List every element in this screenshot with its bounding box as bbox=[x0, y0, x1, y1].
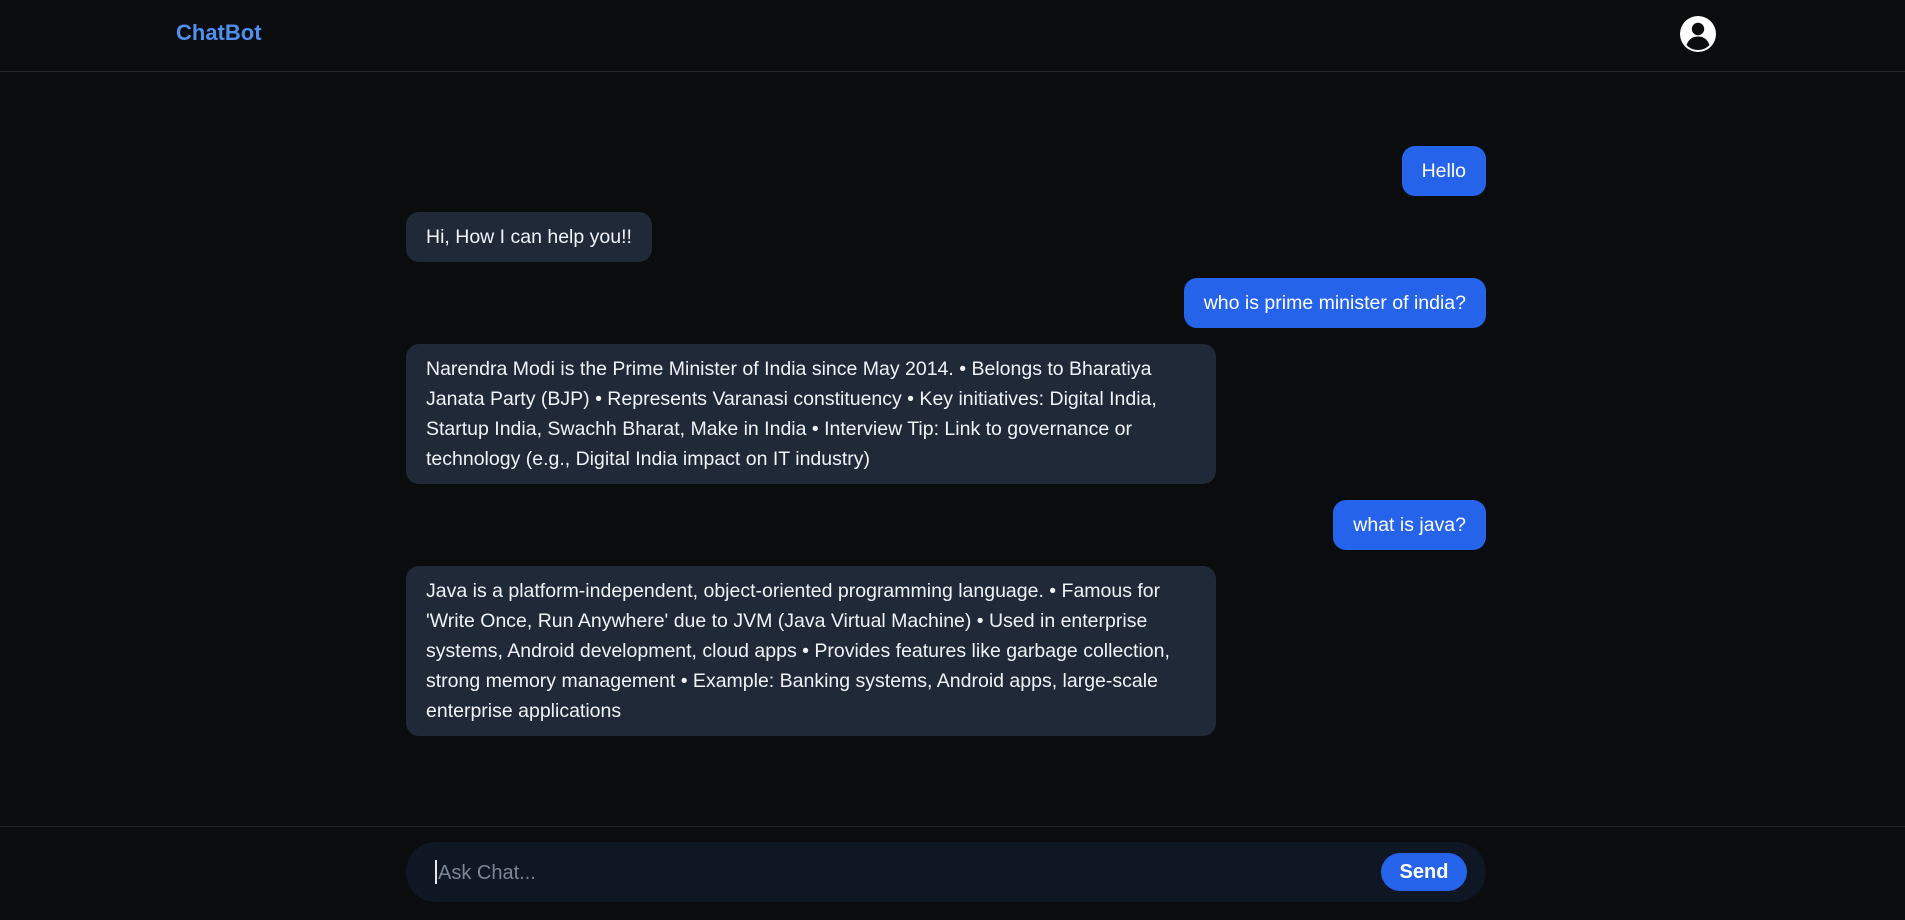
message-list: Hello Hi, How I can help you!! who is pr… bbox=[406, 146, 1486, 752]
user-message-bubble: who is prime minister of india? bbox=[1183, 278, 1486, 328]
send-button[interactable]: Send bbox=[1381, 853, 1467, 891]
bot-message-bubble: Hi, How I can help you!! bbox=[406, 212, 652, 262]
top-bar: ChatBot bbox=[0, 0, 1905, 72]
profile-button[interactable] bbox=[1679, 15, 1717, 53]
bot-message-bubble: Narendra Modi is the Prime Minister of I… bbox=[406, 344, 1216, 484]
account-circle-icon bbox=[1679, 15, 1717, 53]
user-message-bubble: what is java? bbox=[1333, 500, 1486, 550]
message-row-bot: Hi, How I can help you!! bbox=[406, 212, 1486, 262]
message-row-user: who is prime minister of india? bbox=[406, 278, 1486, 328]
chat-app: ChatBot Hello Hi, How I can help you!! w… bbox=[0, 0, 1905, 920]
message-row-user: what is java? bbox=[406, 500, 1486, 550]
message-row-user: Hello bbox=[406, 146, 1486, 196]
message-row-bot: Java is a platform-independent, object-o… bbox=[406, 566, 1486, 736]
bot-message-bubble: Java is a platform-independent, object-o… bbox=[406, 566, 1216, 736]
user-message-bubble: Hello bbox=[1401, 146, 1486, 196]
brand-logo-text[interactable]: ChatBot bbox=[176, 19, 262, 47]
text-caret bbox=[435, 860, 437, 884]
chat-composer: Send bbox=[406, 842, 1486, 902]
message-row-bot: Narendra Modi is the Prime Minister of I… bbox=[406, 344, 1486, 484]
chat-input[interactable] bbox=[436, 854, 1440, 892]
